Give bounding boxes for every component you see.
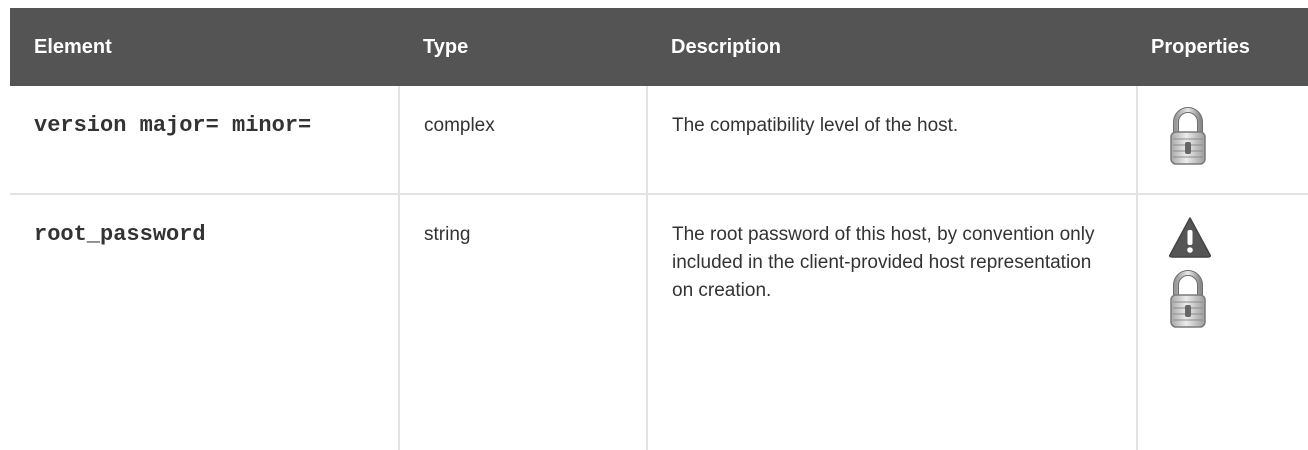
header-row: Element Type Description Properties — [10, 8, 1308, 86]
cell-description: The root password of this host, by conve… — [647, 194, 1138, 450]
lock-icon — [1168, 106, 1307, 166]
table-body: version major= minor= complex The compat… — [10, 86, 1308, 450]
header-element: Element — [34, 35, 112, 58]
table-header: Element Type Description Properties — [10, 8, 1308, 86]
table-row: version major= minor= complex The compat… — [10, 86, 1308, 195]
cell-element: version major= minor= — [10, 86, 400, 195]
header-type: Type — [423, 35, 469, 58]
warning-icon — [1168, 215, 1307, 259]
cell-type: string — [399, 194, 648, 450]
properties-table-container: Element Type Description Properties vers… — [10, 8, 1308, 450]
cell-properties — [1137, 86, 1308, 195]
lock-icon — [1168, 269, 1307, 329]
cell-description: The compatibility level of the host. — [647, 86, 1138, 195]
cell-element: root_password — [10, 194, 400, 450]
table-row: root_password string The root password o… — [10, 194, 1308, 450]
properties-table: Element Type Description Properties vers… — [10, 8, 1308, 450]
header-properties: Properties — [1151, 35, 1250, 58]
header-description: Description — [671, 35, 782, 58]
cell-properties — [1137, 194, 1308, 450]
cell-type: complex — [399, 86, 648, 195]
